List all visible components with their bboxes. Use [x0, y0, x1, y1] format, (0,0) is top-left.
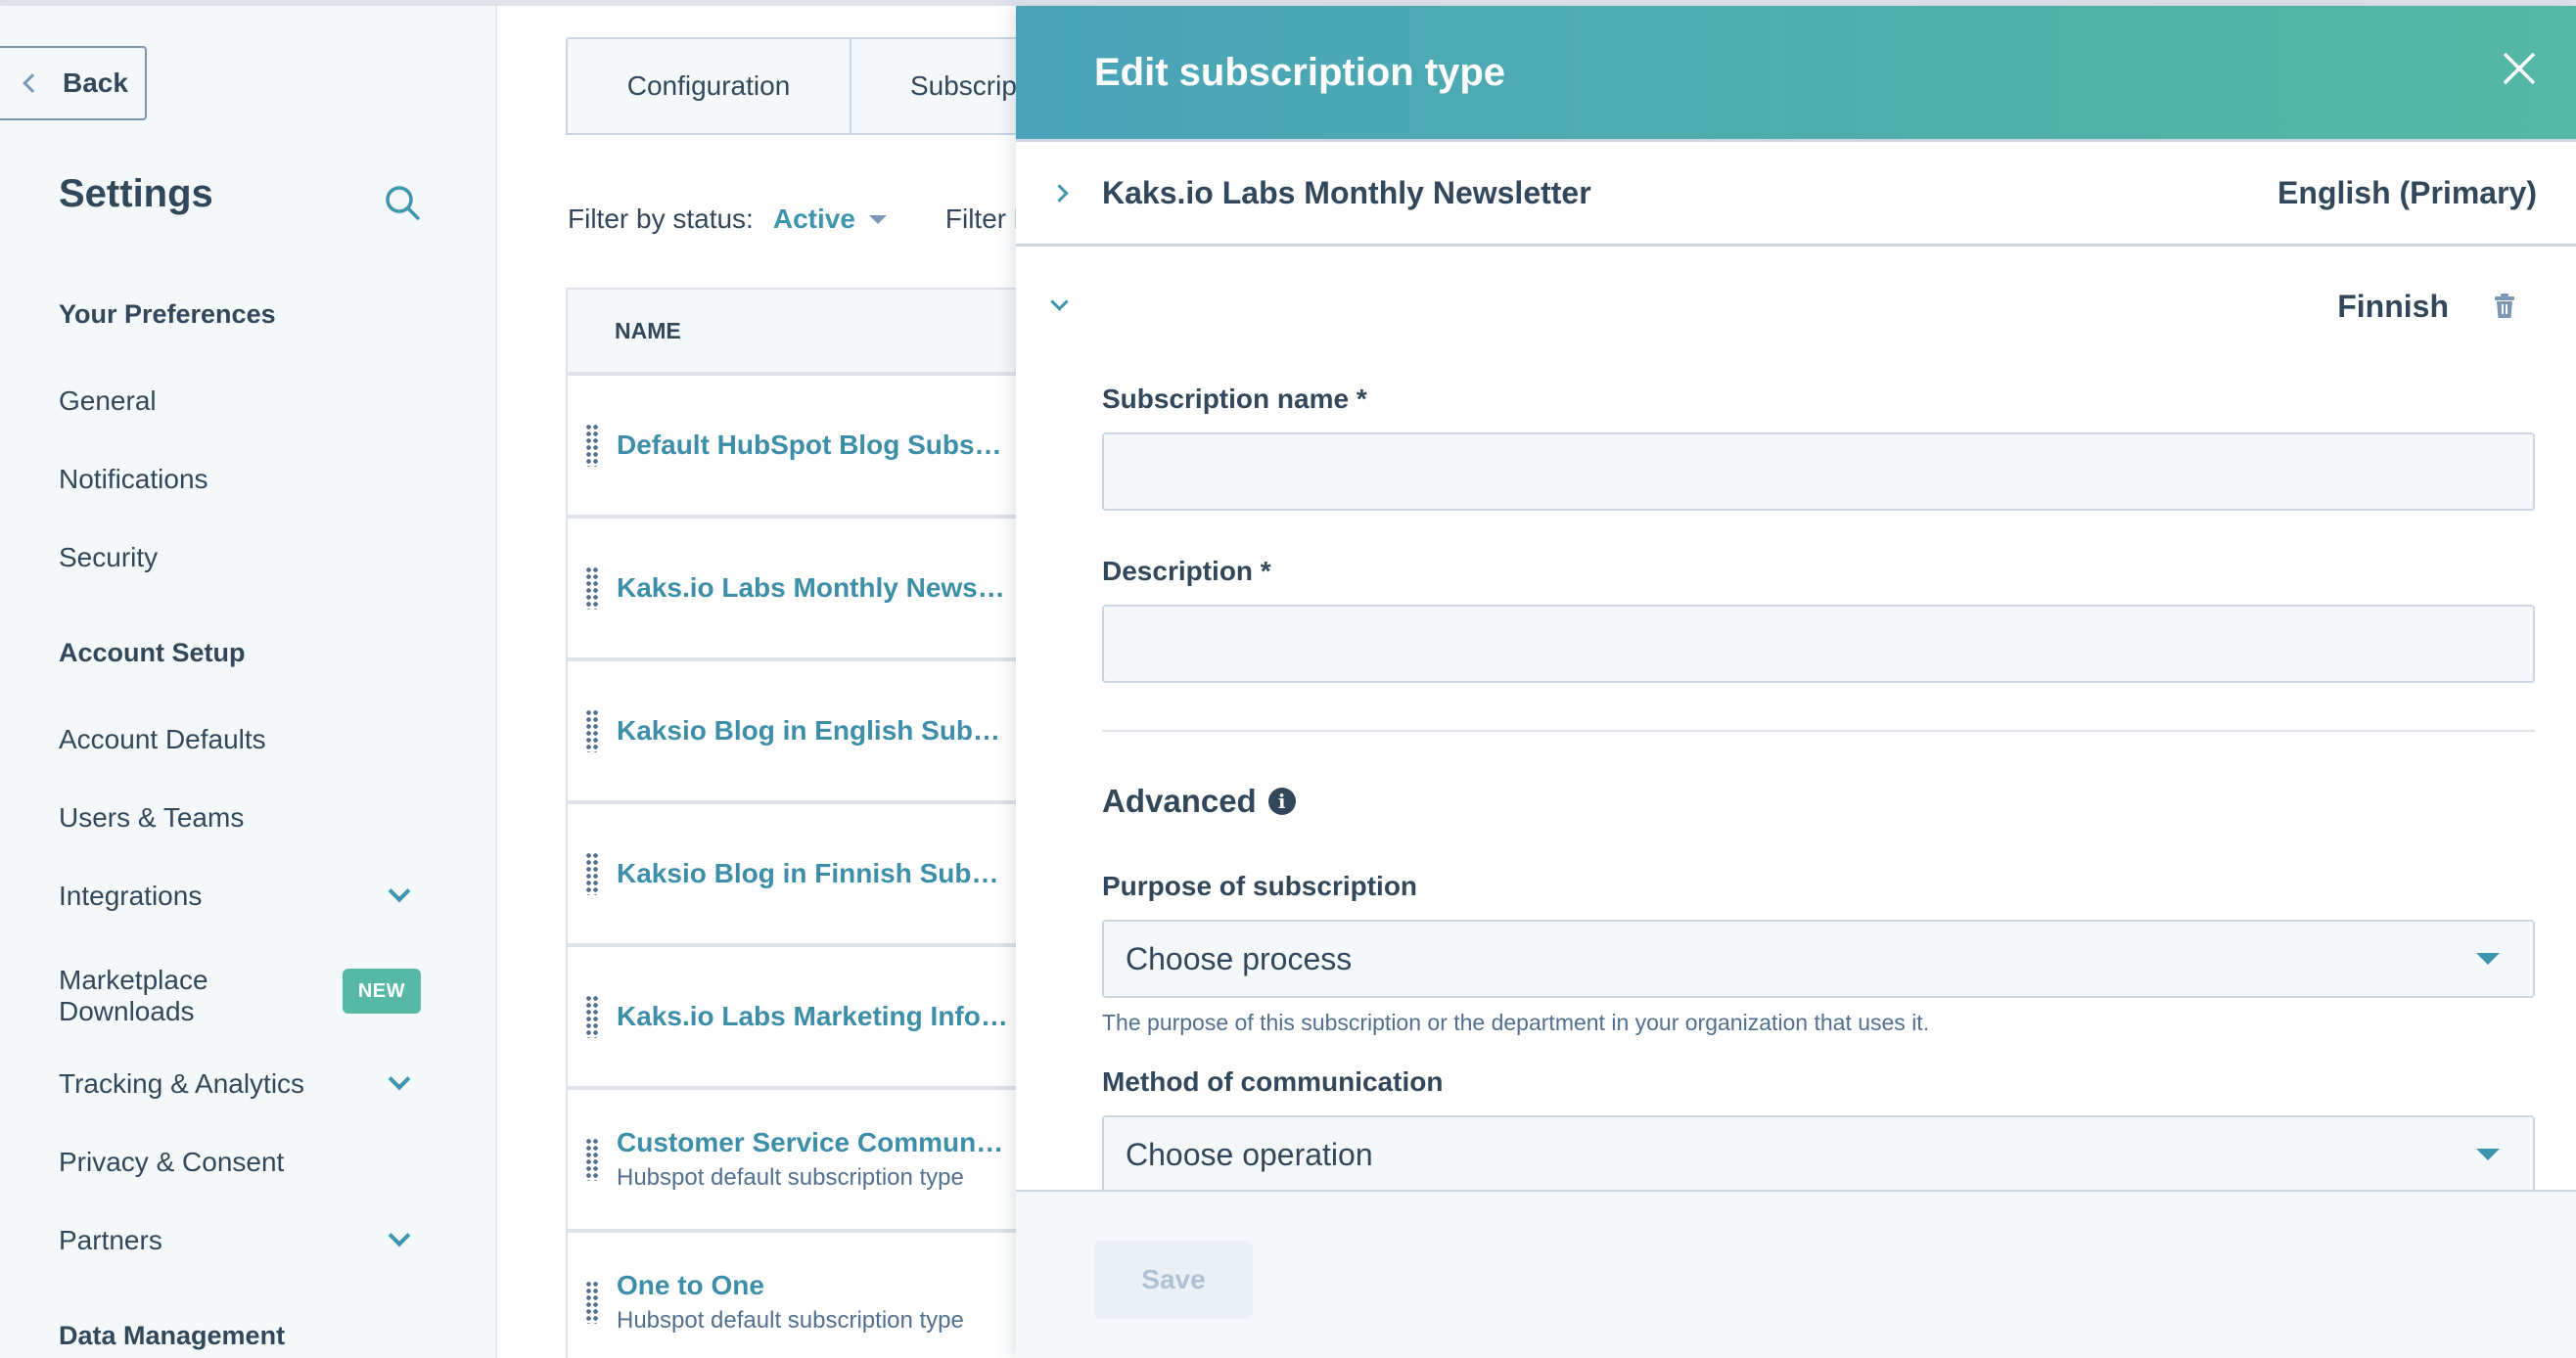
tab-bar: Configuration Subscriptions [566, 37, 1016, 135]
caret-down-icon [2476, 1149, 2500, 1160]
filter-status-value: Active [772, 204, 855, 234]
settings-sidebar: Back Settings Your Preferences General N… [0, 6, 497, 1358]
sidebar-item-label: Account Defaults [59, 724, 266, 754]
section-data-management: Data Management [59, 1321, 286, 1350]
chevron-down-icon[interactable] [1050, 293, 1069, 311]
purpose-label: Purpose of subscription [1102, 871, 1418, 901]
method-select[interactable]: Choose operation [1102, 1115, 2535, 1194]
subscription-name-primary: Kaks.io Labs Monthly Newsletter [1102, 174, 1591, 210]
info-icon[interactable]: i [1267, 788, 1296, 815]
chevron-down-icon [388, 1224, 411, 1247]
row-name-link[interactable]: Kaks.io Labs Marketing Information [617, 1001, 1008, 1032]
panel-footer: Save [1016, 1190, 2576, 1358]
table-row[interactable]: Kaksio Blog in Finnish Subscription [568, 804, 1016, 947]
advanced-label: Advanced [1102, 783, 1257, 819]
table-row[interactable]: Kaks.io Labs Monthly Newsletter [568, 519, 1016, 661]
subscription-types-table: NAME Default HubSpot Blog Subscription K… [566, 288, 1016, 1358]
purpose-select[interactable]: Choose process [1102, 920, 2535, 998]
drag-handle-icon[interactable] [585, 995, 599, 1038]
table-row[interactable]: Kaksio Blog in English Subscription [568, 661, 1016, 804]
edit-subscription-panel: Edit subscription type Kaks.io Labs Mont… [1016, 6, 2576, 1358]
subscription-name-label: Subscription name * [1102, 384, 1367, 414]
primary-language-row[interactable]: Kaks.io Labs Monthly Newsletter English … [1016, 139, 2576, 247]
table-row[interactable]: Default HubSpot Blog Subscription [568, 376, 1016, 519]
description-input[interactable] [1102, 605, 2535, 683]
caret-down-icon [2476, 953, 2500, 965]
table-row[interactable]: Kaks.io Labs Marketing Information [568, 947, 1016, 1090]
chevron-down-icon [388, 880, 411, 903]
section-account-setup: Account Setup [59, 638, 246, 667]
filter-row: Filter by status: Active Filter by [568, 204, 1016, 235]
row-name-link[interactable]: Customer Service Communication [617, 1127, 1008, 1158]
chevron-down-icon [388, 1067, 411, 1091]
method-select-value: Choose operation [1126, 1136, 1373, 1172]
sidebar-item-security[interactable]: Security [59, 542, 421, 573]
primary-language: English (Primary) [2277, 174, 2537, 210]
drag-handle-icon[interactable] [585, 709, 599, 752]
search-icon[interactable] [382, 182, 425, 225]
drag-handle-icon[interactable] [585, 852, 599, 895]
panel-title: Edit subscription type [1094, 50, 1506, 94]
main-content: Configuration Subscriptions Filter by st… [497, 6, 1016, 1358]
table-row[interactable]: One to One Hubspot default subscription … [568, 1233, 1016, 1358]
row-name-link[interactable]: Kaksio Blog in Finnish Subscription [617, 858, 1008, 889]
filter-status-dropdown[interactable]: Active [773, 204, 887, 235]
sidebar-item-privacy-consent[interactable]: Privacy & Consent [59, 1147, 421, 1178]
trash-icon[interactable] [2494, 294, 2515, 319]
table-row[interactable]: Customer Service Communication Hubspot d… [568, 1090, 1016, 1233]
purpose-help-text: The purpose of this subscription or the … [1102, 1010, 1930, 1035]
sidebar-item-integrations[interactable]: Integrations [59, 880, 421, 912]
method-label: Method of communication [1102, 1066, 1444, 1097]
translation-language-row[interactable]: Finnish [1016, 252, 2576, 360]
row-name-link[interactable]: Default HubSpot Blog Subscription [617, 430, 1008, 461]
row-name-link[interactable]: One to One [617, 1270, 1008, 1301]
sidebar-item-label: Security [59, 542, 159, 572]
chevron-right-icon[interactable] [1050, 183, 1069, 203]
sidebar-item-marketplace-downloads[interactable]: Marketplace Downloads NEW [59, 965, 421, 1027]
sidebar-item-label: General [59, 385, 157, 416]
translation-language: Finnish [2337, 288, 2449, 324]
section-your-preferences: Your Preferences [59, 299, 276, 329]
row-subtitle: Hubspot default subscription type [617, 1307, 964, 1334]
drag-handle-icon[interactable] [585, 566, 599, 610]
sidebar-item-account-defaults[interactable]: Account Defaults [59, 724, 421, 755]
drag-handle-icon[interactable] [585, 1138, 599, 1181]
subscription-name-input[interactable] [1102, 432, 2535, 511]
back-button-label: Back [63, 68, 128, 98]
filter-status-label: Filter by status: [568, 204, 754, 234]
close-icon[interactable] [2502, 51, 2537, 86]
row-name-link[interactable]: Kaksio Blog in English Subscription [617, 715, 1008, 747]
sidebar-item-label: Marketplace Downloads [59, 965, 208, 1026]
purpose-select-value: Choose process [1126, 940, 1353, 976]
save-button[interactable]: Save [1094, 1241, 1253, 1319]
panel-header: Edit subscription type [1016, 6, 2576, 139]
description-label: Description * [1102, 556, 1271, 586]
sidebar-item-notifications[interactable]: Notifications [59, 464, 421, 495]
tab-configuration[interactable]: Configuration [568, 39, 851, 133]
caret-down-icon [868, 214, 887, 224]
row-subtitle: Hubspot default subscription type [617, 1164, 964, 1191]
sidebar-item-general[interactable]: General [59, 385, 421, 417]
advanced-heading: Advanced i [1102, 783, 1296, 820]
chevron-left-icon [23, 73, 42, 93]
sidebar-item-label: Privacy & Consent [59, 1147, 285, 1177]
section-divider [1102, 730, 2535, 732]
sidebar-item-tracking-analytics[interactable]: Tracking & Analytics [59, 1067, 421, 1100]
row-name-link[interactable]: Kaks.io Labs Monthly Newsletter [617, 572, 1008, 604]
drag-handle-icon[interactable] [585, 424, 599, 467]
filter-by-secondary[interactable]: Filter by [945, 204, 1016, 235]
back-button[interactable]: Back [0, 46, 147, 120]
drag-handle-icon[interactable] [585, 1281, 599, 1324]
new-badge: NEW [342, 969, 421, 1014]
tab-subscriptions[interactable]: Subscriptions [851, 39, 1016, 133]
column-header-name[interactable]: NAME [568, 288, 1016, 376]
sidebar-item-label: Tracking & Analytics [59, 1068, 305, 1099]
settings-title: Settings [59, 172, 213, 215]
sidebar-item-users-teams[interactable]: Users & Teams [59, 802, 421, 834]
sidebar-item-label: Integrations [59, 881, 203, 911]
sidebar-item-label: Partners [59, 1225, 162, 1255]
sidebar-item-label: Users & Teams [59, 802, 245, 833]
sidebar-item-label: Notifications [59, 464, 208, 494]
sidebar-item-partners[interactable]: Partners [59, 1224, 421, 1256]
